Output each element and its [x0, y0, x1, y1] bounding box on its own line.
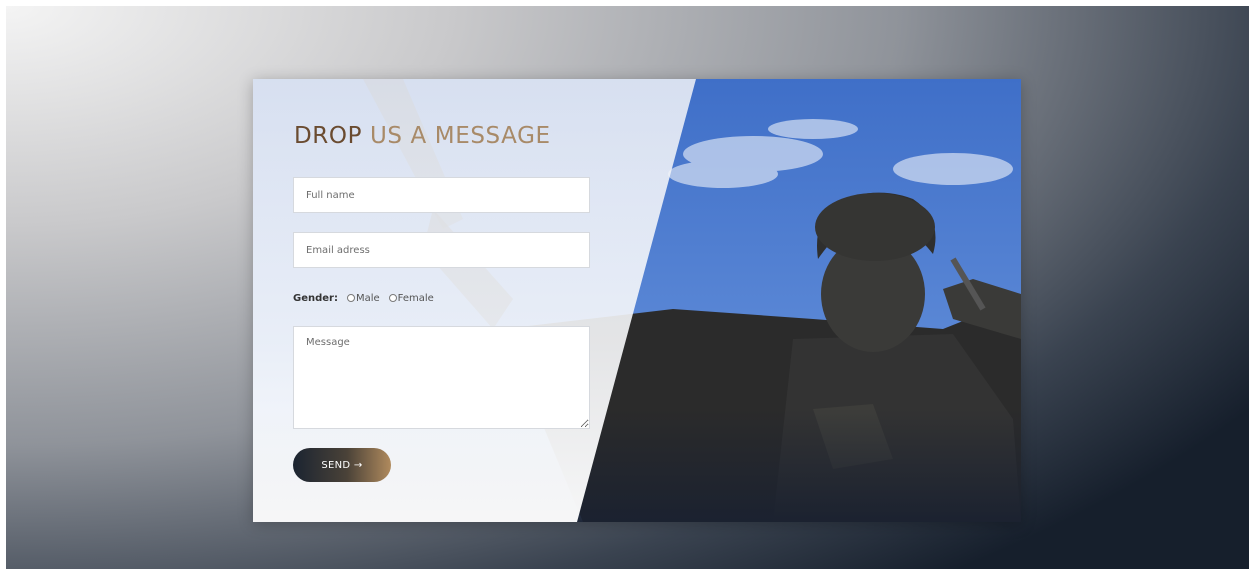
page-background: DROP US A MESSAGE Gender: Male Female SE…: [6, 6, 1249, 569]
contact-form: DROP US A MESSAGE Gender: Male Female SE…: [293, 79, 593, 522]
message-textarea[interactable]: [293, 326, 590, 429]
gender-group: Gender: Male Female: [293, 290, 443, 306]
gender-male-option[interactable]: Male: [346, 292, 380, 304]
email-input[interactable]: [293, 232, 590, 268]
male-label: Male: [355, 292, 380, 304]
title-accent: DROP: [294, 123, 363, 149]
title-rest: US A MESSAGE: [362, 123, 551, 149]
gender-label: Gender:: [293, 292, 338, 304]
gender-female-option[interactable]: Female: [388, 292, 434, 304]
send-button[interactable]: SEND →: [293, 448, 391, 482]
contact-card: DROP US A MESSAGE Gender: Male Female SE…: [253, 79, 1021, 522]
female-radio[interactable]: [388, 294, 397, 302]
female-label: Female: [397, 292, 434, 304]
male-radio[interactable]: [346, 294, 355, 302]
form-title: DROP US A MESSAGE: [294, 123, 551, 149]
full-name-input[interactable]: [293, 177, 590, 213]
